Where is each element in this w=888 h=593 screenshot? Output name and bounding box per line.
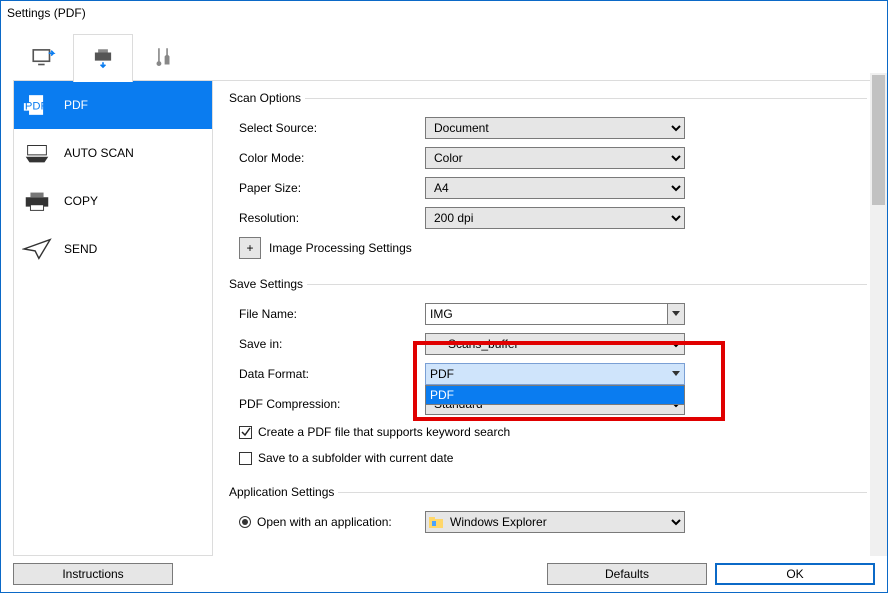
fieldset-scan-options: Scan Options Select Source: Document Col… — [225, 91, 867, 263]
data-format-option-pdf[interactable]: PDF — [426, 386, 684, 404]
label-color-mode: Color Mode: — [225, 151, 425, 165]
settings-form: Scan Options Select Source: Document Col… — [213, 81, 875, 556]
sidebar-item-label: AUTO SCAN — [64, 146, 134, 160]
radio-open-with-application[interactable] — [239, 516, 251, 528]
save-in-dropdown[interactable]: Scans_buffer — [425, 333, 685, 355]
chevron-down-icon — [672, 311, 680, 317]
pdf-document-icon: PDF — [22, 93, 52, 117]
paper-size-dropdown[interactable]: A4 — [425, 177, 685, 199]
label-paper-size: Paper Size: — [225, 181, 425, 195]
data-format-dropdown-list[interactable]: PDF — [425, 385, 685, 405]
monitor-arrow-icon — [30, 45, 56, 71]
sidebar-item-autoscan[interactable]: AUTO SCAN — [14, 129, 212, 177]
top-tab-strip — [13, 33, 875, 81]
legend-application-settings: Application Settings — [225, 485, 338, 499]
label-save-subfolder: Save to a subfolder with current date — [258, 451, 453, 465]
defaults-button[interactable]: Defaults — [547, 563, 707, 585]
sidebar-item-label: SEND — [64, 242, 97, 256]
label-file-name: File Name: — [225, 307, 425, 321]
checkmark-icon — [241, 427, 251, 437]
svg-text:PDF: PDF — [25, 101, 48, 113]
legend-scan-options: Scan Options — [225, 91, 305, 105]
color-mode-dropdown[interactable]: Color — [425, 147, 685, 169]
sidebar-item-copy[interactable]: COPY — [14, 177, 212, 225]
chevron-down-icon — [672, 371, 680, 377]
label-data-format: Data Format: — [225, 367, 425, 381]
open-with-application-dropdown[interactable]: Windows Explorer — [425, 511, 685, 533]
footer-bar: Instructions Defaults OK — [1, 556, 887, 592]
instructions-button[interactable]: Instructions — [13, 563, 173, 585]
tools-icon — [150, 45, 176, 71]
ok-button[interactable]: OK — [715, 563, 875, 585]
fieldset-application-settings: Application Settings Open with an applic… — [225, 485, 867, 537]
data-format-dropdown[interactable]: PDF PDF — [425, 363, 685, 385]
label-create-pdf-keyword: Create a PDF file that supports keyword … — [258, 425, 510, 439]
label-open-with-application: Open with an application: — [257, 515, 392, 529]
tab-tools[interactable] — [133, 33, 193, 81]
sidebar-item-send[interactable]: SEND — [14, 225, 212, 273]
data-format-value: PDF — [430, 367, 454, 381]
paper-plane-icon — [22, 237, 52, 261]
file-name-input[interactable] — [425, 303, 667, 325]
scrollbar-thumb[interactable] — [872, 75, 885, 205]
printer-icon — [22, 189, 52, 213]
legend-save-settings: Save Settings — [225, 277, 307, 291]
label-resolution: Resolution: — [225, 211, 425, 225]
label-save-in: Save in: — [225, 337, 425, 351]
label-pdf-compression: PDF Compression: — [225, 397, 425, 411]
checkbox-create-pdf-keyword[interactable]: Create a PDF file that supports keyword … — [225, 419, 867, 445]
expand-image-processing-button[interactable]: + — [239, 237, 261, 259]
vertical-scrollbar[interactable] — [870, 73, 887, 556]
window-title: Settings (PDF) — [1, 1, 887, 25]
tab-scan-from-printer[interactable] — [73, 34, 133, 82]
side-panel: PDF PDF AUTO SCAN COPY SEND — [13, 81, 213, 556]
label-select-source: Select Source: — [225, 121, 425, 135]
sidebar-item-label: PDF — [64, 98, 88, 112]
select-source-dropdown[interactable]: Document — [425, 117, 685, 139]
file-name-dropdown-button[interactable] — [667, 303, 685, 325]
printer-arrow-down-icon — [90, 46, 116, 72]
fieldset-save-settings: Save Settings File Name: Save in: Scans_… — [225, 277, 867, 471]
resolution-dropdown[interactable]: 200 dpi — [425, 207, 685, 229]
checkbox-save-subfolder[interactable]: Save to a subfolder with current date — [225, 445, 867, 471]
scanner-icon — [22, 141, 52, 165]
explorer-folder-icon — [429, 516, 443, 528]
sidebar-item-pdf[interactable]: PDF PDF — [14, 81, 212, 129]
label-image-processing: Image Processing Settings — [261, 241, 412, 255]
sidebar-item-label: COPY — [64, 194, 98, 208]
tab-scan-from-computer[interactable] — [13, 33, 73, 81]
